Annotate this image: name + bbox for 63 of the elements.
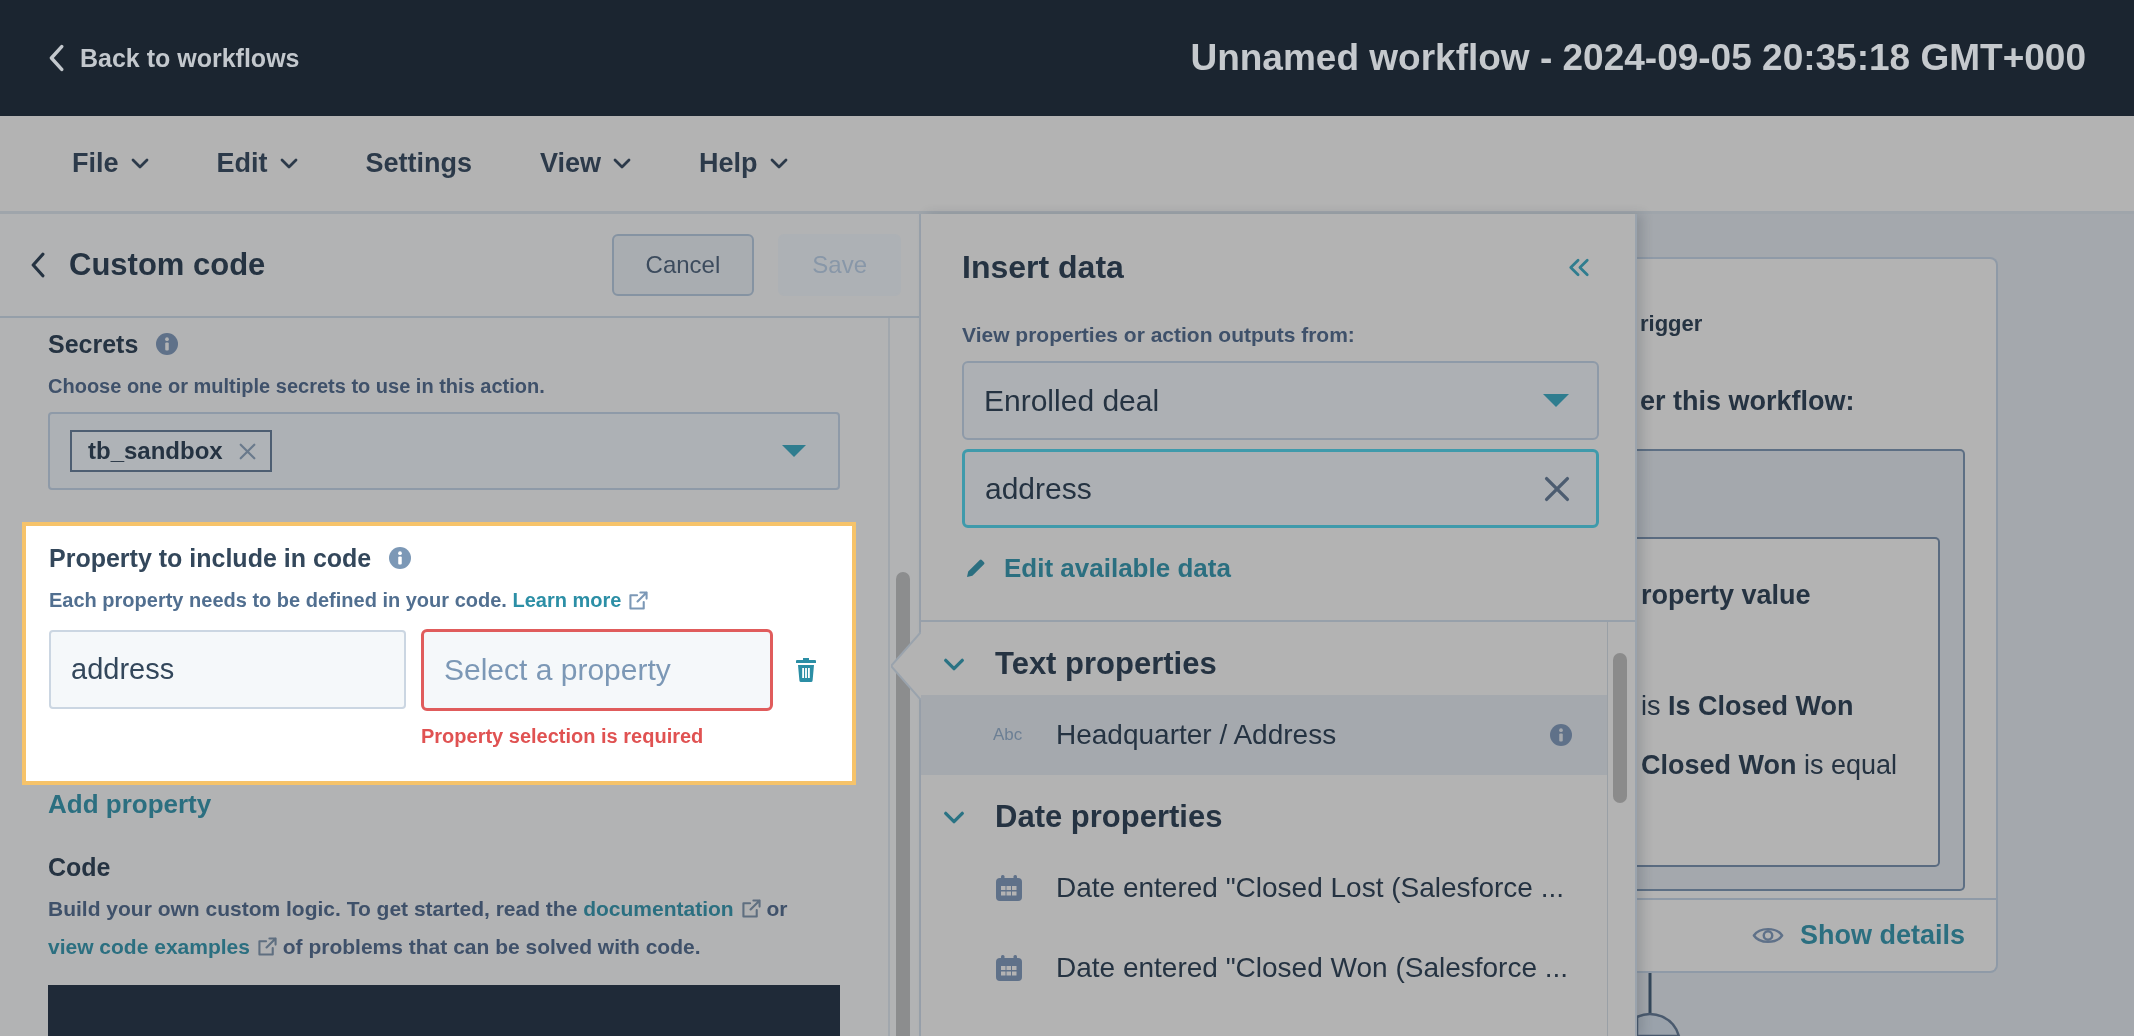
secret-tag[interactable]: tb_sandbox xyxy=(70,430,272,472)
header-button[interactable]: Cancel xyxy=(611,234,755,296)
chevron-down-icon xyxy=(943,810,965,824)
scrollbar-thumb[interactable] xyxy=(896,572,910,1036)
code-description: Build your own custom logic. To get started, read the documentation or view code examples of problems that can be solved with code. xyxy=(48,890,840,965)
help-text: Choose one or multiple secrets to use in this action. xyxy=(48,374,546,399)
chevron-down-icon xyxy=(943,657,965,671)
property-name-field[interactable]: address xyxy=(49,630,406,709)
close-icon[interactable] xyxy=(1544,475,1570,502)
remove-icon[interactable] xyxy=(238,442,256,460)
calendar-icon xyxy=(996,955,1022,981)
card-subheading: er this workflow: xyxy=(1639,385,1855,418)
panel-title: Insert data xyxy=(962,248,1124,286)
calendar-icon xyxy=(996,875,1022,901)
learn-more-link[interactable]: Learn more xyxy=(512,586,649,614)
panel-title: Custom code xyxy=(69,247,267,283)
source-select[interactable]: Enrolled deal xyxy=(962,361,1599,440)
double-chevron-icon[interactable] xyxy=(1568,257,1590,277)
field-label: View properties or action outputs from: xyxy=(962,322,1356,348)
menu-item[interactable]: Edit xyxy=(216,148,298,179)
pencil-icon xyxy=(966,558,986,578)
property-row[interactable]: Date entered "Closed Lost (Salesforce ... xyxy=(921,848,1607,928)
chevron-left-icon[interactable] xyxy=(30,252,45,278)
secrets-select[interactable]: tb_sandbox xyxy=(48,412,840,490)
workflow-title: Unnamed workflow - 2024-09-05 20:35:18 GMT+000 xyxy=(1190,37,2086,79)
search-field[interactable]: address xyxy=(962,449,1599,528)
chevron-left-icon xyxy=(48,44,64,72)
menu-item[interactable]: Help xyxy=(699,148,788,179)
trash-icon[interactable] xyxy=(796,658,816,682)
menu-item[interactable]: View xyxy=(540,148,632,179)
eye-icon xyxy=(1751,925,1784,946)
external-link-icon xyxy=(257,936,277,956)
chevron-down-icon xyxy=(279,158,298,169)
info-icon[interactable] xyxy=(1550,724,1572,746)
field-label: Secrets xyxy=(48,329,139,359)
chevron-down-icon xyxy=(613,158,632,169)
section-header[interactable]: Date properties xyxy=(921,775,1607,848)
menu-item[interactable]: Settings xyxy=(365,148,473,179)
filter-condition: is Is Closed Won xyxy=(1640,690,1854,723)
field-label: Property to include in code xyxy=(49,543,372,573)
external-link-icon xyxy=(741,899,761,919)
property-row[interactable]: Abc Headquarter / Address xyxy=(921,695,1607,775)
connector-line xyxy=(1648,973,1652,1014)
card-heading: rigger xyxy=(1639,310,1703,338)
external-link-icon xyxy=(629,590,649,610)
info-icon[interactable] xyxy=(156,333,179,355)
filter-condition: Closed Won is equal xyxy=(1640,749,1898,782)
error-message: Property selection is required xyxy=(421,724,705,749)
menu-item[interactable]: File xyxy=(72,148,149,179)
field-label: Code xyxy=(48,852,111,882)
caret-down-icon xyxy=(1543,394,1569,407)
back-link[interactable]: Back to workflows xyxy=(48,43,300,73)
chevron-down-icon xyxy=(769,158,788,169)
section-header[interactable]: Text properties xyxy=(921,622,1607,695)
help-text: Each property needs to be defined in your code. Learn more xyxy=(49,586,830,614)
text-type-label: Abc xyxy=(993,725,1023,745)
property-row[interactable]: Date entered "Closed Won (Salesforce ... xyxy=(921,928,1607,1008)
caret-down-icon xyxy=(782,445,806,457)
scrollbar-thumb[interactable] xyxy=(1613,653,1627,803)
chevron-down-icon xyxy=(130,158,149,169)
filter-title: roperty value xyxy=(1640,579,1811,612)
info-icon[interactable] xyxy=(389,547,412,569)
property-select[interactable]: Select a property xyxy=(421,629,773,711)
